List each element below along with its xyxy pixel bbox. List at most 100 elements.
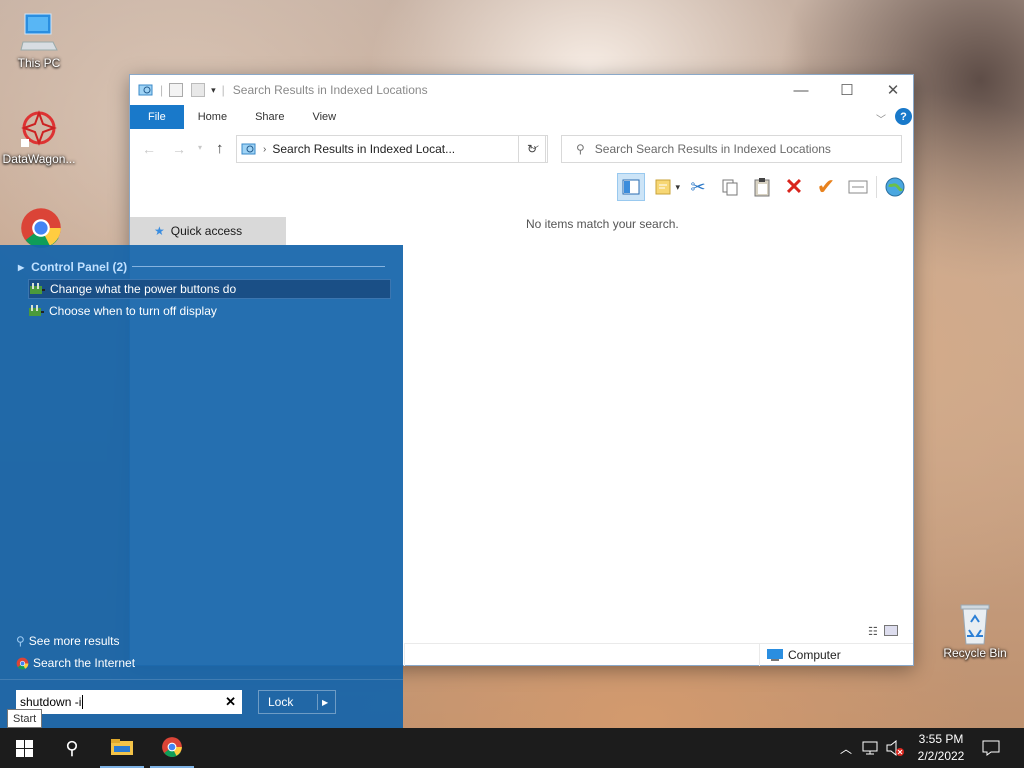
nav-pane-quick-access[interactable]: ★ Quick access xyxy=(130,217,286,245)
recent-locations-icon[interactable]: ▾ xyxy=(198,143,202,152)
star-icon: ★ xyxy=(154,224,165,238)
system-clock[interactable]: 3:55 PM 2/2/2022 xyxy=(910,731,972,765)
control-panel-group-header[interactable]: ▶ Control Panel (2) xyxy=(18,260,127,274)
result-label: Choose when to turn off display xyxy=(49,304,217,318)
power-options-icon xyxy=(28,304,44,318)
quick-access-label: Quick access xyxy=(170,224,243,238)
address-bar[interactable]: › Search Results in Indexed Locat... ﹀ xyxy=(236,135,548,163)
volume-muted-icon[interactable] xyxy=(884,728,906,768)
address-text: Search Results in Indexed Locat... xyxy=(272,142,456,156)
globe-icon[interactable] xyxy=(881,173,909,201)
start-button[interactable] xyxy=(0,728,48,768)
properties-icon[interactable] xyxy=(169,83,184,97)
computer-icon xyxy=(766,648,784,662)
ribbon-expand-icon[interactable]: ﹀ xyxy=(876,111,886,126)
taskbar: ⚲ ︿ 3:55 PM 2/2/2022 xyxy=(0,728,1024,768)
action-center-button[interactable] xyxy=(976,728,1006,768)
power-options-icon xyxy=(29,282,45,296)
search-taskbar-button[interactable]: ⚲ xyxy=(48,728,96,768)
power-options-arrow-icon[interactable]: ▶ xyxy=(322,698,328,707)
search-result-power-buttons[interactable]: Change what the power buttons do xyxy=(28,279,391,299)
show-hidden-icons-button[interactable]: ︿ xyxy=(836,728,856,768)
search-placeholder: Search Search Results in Indexed Locatio… xyxy=(594,142,831,156)
maximize-button[interactable]: ☐ xyxy=(824,75,870,105)
clock-time: 3:55 PM xyxy=(918,732,964,746)
chrome-icon xyxy=(161,736,183,758)
expand-arrow-icon: ▶ xyxy=(18,262,25,272)
navigation-bar: ← → ▾ ↑ › Search Results in Indexed Loca… xyxy=(130,133,913,167)
help-icon[interactable]: ? xyxy=(895,108,912,125)
toolbar: ▾ ✂ ✕ ✔ xyxy=(617,172,909,202)
tab-view[interactable]: View xyxy=(298,105,350,129)
cut-icon[interactable]: ✂ xyxy=(684,173,712,201)
preview-pane-icon[interactable] xyxy=(617,173,646,201)
windows-logo-icon xyxy=(15,739,33,757)
search-internet-link[interactable]: Search the Internet xyxy=(16,656,135,670)
copy-icon[interactable] xyxy=(716,173,744,201)
search-result-turn-off-display[interactable]: Choose when to turn off display xyxy=(28,301,391,321)
file-explorer-taskbar-button[interactable] xyxy=(100,728,144,768)
qat-separator: | xyxy=(160,83,164,97)
view-buttons: ☷ xyxy=(868,625,898,638)
large-icons-view-icon[interactable] xyxy=(883,625,898,636)
new-item-icon[interactable] xyxy=(649,173,677,201)
empty-results-message: No items match your search. xyxy=(526,217,679,231)
status-bar: Computer xyxy=(404,643,913,666)
tab-file[interactable]: File xyxy=(130,105,184,129)
status-location: Computer xyxy=(788,647,841,662)
search-icon: ⚲ xyxy=(65,737,79,758)
breadcrumb-chevron-icon[interactable]: › xyxy=(263,144,266,155)
new-folder-icon[interactable] xyxy=(191,83,206,97)
recycle-bin-icon xyxy=(955,602,995,645)
toolbar-separator xyxy=(876,176,877,198)
desktop-icon-chrome[interactable] xyxy=(1,206,77,250)
qat-dropdown-icon[interactable]: ▾ xyxy=(211,85,216,96)
window-title: Search Results in Indexed Locations xyxy=(232,83,428,97)
delete-icon[interactable]: ✕ xyxy=(780,173,808,201)
chrome-taskbar-button[interactable] xyxy=(150,728,194,768)
result-label: Change what the power buttons do xyxy=(50,282,237,296)
forward-icon[interactable]: → xyxy=(172,141,186,157)
back-icon[interactable]: ← xyxy=(142,141,156,157)
start-search-input[interactable]: shutdown -i ✕ xyxy=(16,690,242,714)
search-box[interactable]: ⚲ Search Search Results in Indexed Locat… xyxy=(561,135,902,163)
up-icon[interactable]: ↑ xyxy=(216,140,224,157)
new-item-dropdown-icon[interactable]: ▾ xyxy=(675,182,680,193)
start-menu-divider xyxy=(0,679,403,680)
group-divider xyxy=(132,266,385,267)
search-icon: ⚲ xyxy=(576,142,585,156)
search-input-value: shutdown -i xyxy=(20,695,82,709)
refresh-button[interactable]: ↻ xyxy=(518,135,546,163)
folder-icon xyxy=(111,739,133,755)
desktop-icon-datawagon[interactable]: DataWagon... xyxy=(1,108,77,166)
network-icon[interactable] xyxy=(860,728,882,768)
tab-share[interactable]: Share xyxy=(241,105,298,129)
close-button[interactable]: ✕ xyxy=(870,75,916,105)
clock-date: 2/2/2022 xyxy=(917,749,965,763)
group-header-label: Control Panel (2) xyxy=(31,260,128,274)
text-cursor xyxy=(82,695,84,709)
desktop-icon-label: This PC xyxy=(17,56,61,70)
paste-icon[interactable] xyxy=(748,173,776,201)
minimize-button[interactable]: — xyxy=(778,75,824,105)
search-icon: ⚲ xyxy=(16,634,25,648)
datawagon-icon xyxy=(19,108,59,148)
power-lock-button[interactable]: Lock ▶ xyxy=(258,690,336,714)
desktop-icon-label: Recycle Bin xyxy=(943,646,1007,660)
computer-icon xyxy=(19,12,59,52)
ribbon-tabs: File Home Share View ﹀ ? xyxy=(130,105,913,129)
check-icon[interactable]: ✔ xyxy=(812,173,840,201)
see-more-results-link[interactable]: ⚲ See more results xyxy=(16,634,120,648)
search-internet-label: Search the Internet xyxy=(33,656,136,670)
search-folder-icon xyxy=(138,83,154,97)
clear-search-icon[interactable]: ✕ xyxy=(225,694,236,710)
desktop-icon-this-pc[interactable]: This PC xyxy=(1,12,77,70)
tab-home[interactable]: Home xyxy=(184,105,241,129)
start-tooltip: Start xyxy=(7,709,43,728)
desktop-icon-label: DataWagon... xyxy=(2,152,76,166)
details-view-icon[interactable]: ☷ xyxy=(868,625,878,638)
rename-icon[interactable] xyxy=(844,173,872,201)
qat-separator: | xyxy=(221,83,225,97)
search-folder-icon xyxy=(241,142,257,156)
desktop-icon-recycle-bin[interactable]: Recycle Bin xyxy=(937,602,1013,660)
